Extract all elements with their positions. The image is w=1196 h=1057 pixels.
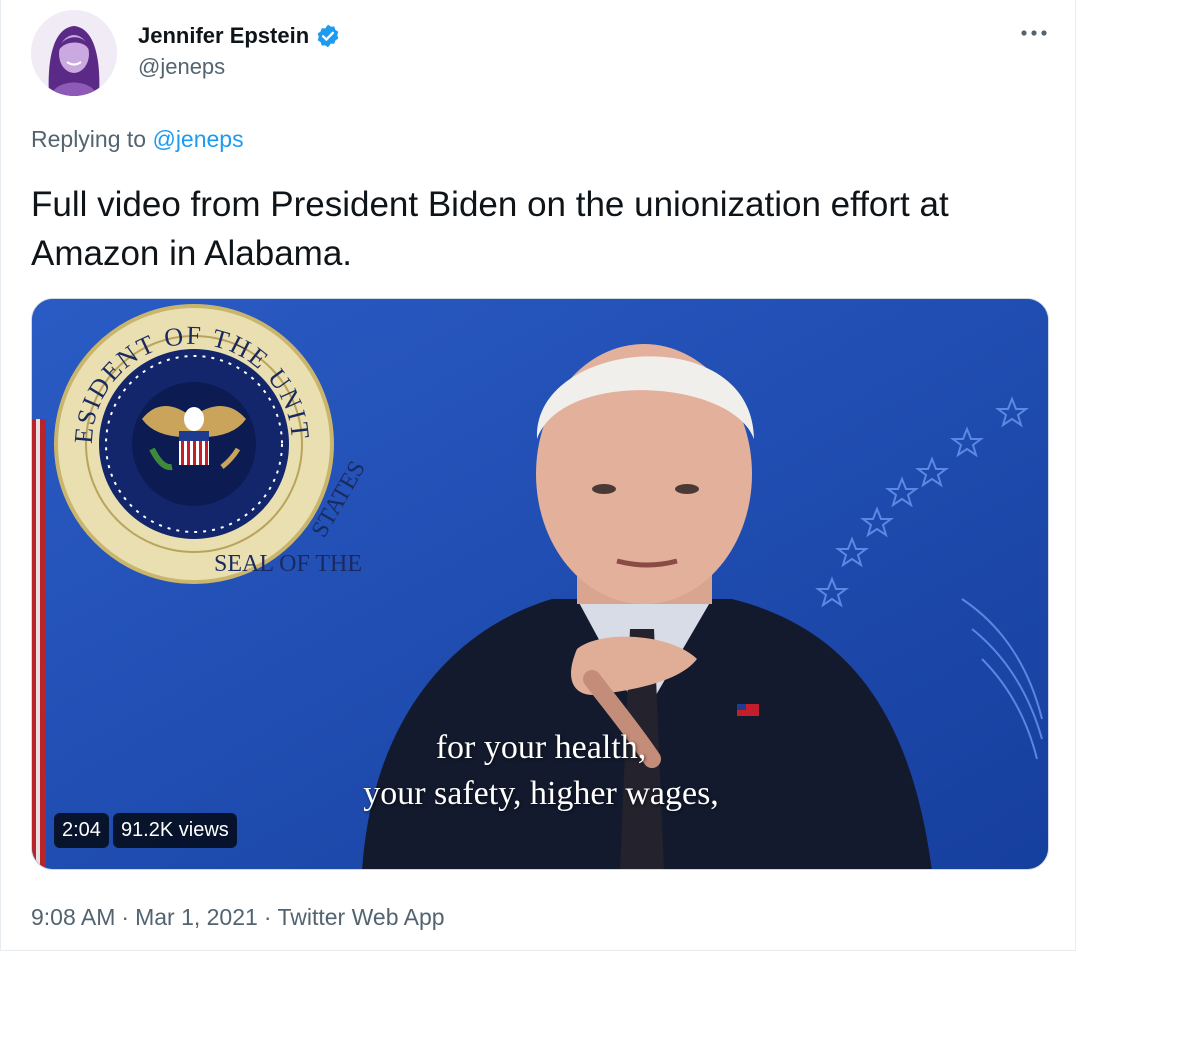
display-name[interactable]: Jennifer Epstein: [138, 23, 309, 49]
tweet-text: Full video from President Biden on the u…: [31, 185, 949, 273]
tweet-source-link[interactable]: Twitter Web App: [277, 904, 444, 930]
separator: ·: [263, 904, 272, 930]
author-handle[interactable]: @jeneps: [138, 54, 225, 80]
avatar[interactable]: [31, 10, 117, 96]
video-caption-line-2: your safety, higher wages,: [363, 775, 719, 812]
video-badges: 2:04 91.2K views: [54, 813, 237, 848]
video-caption-line-1: for your health,: [435, 729, 647, 766]
author-name-row[interactable]: Jennifer Epstein: [138, 20, 341, 52]
video-player[interactable]: PRESIDENT OF THE UNITED SEAL OF THE STAT…: [31, 298, 1049, 870]
tweet-metadata: 9:08 AM · Mar 1, 2021 · Twitter Web App: [31, 904, 445, 931]
reply-handle-link[interactable]: @jeneps: [152, 126, 243, 152]
replying-to: Replying to @jeneps: [31, 126, 244, 153]
tweet-date[interactable]: Mar 1, 2021: [135, 904, 258, 930]
tweet-card: Jennifer Epstein @jeneps Replying to @je…: [0, 0, 1076, 951]
video-views-badge: 91.2K views: [112, 813, 237, 848]
tweet-time[interactable]: 9:08 AM: [31, 904, 115, 930]
separator: ·: [121, 904, 130, 930]
verified-badge-icon: [315, 23, 341, 49]
replying-to-label: Replying to: [31, 126, 147, 152]
video-duration-badge: 2:04: [54, 813, 109, 848]
seal-bottom-text: SEAL OF THE: [214, 551, 362, 577]
more-options-icon[interactable]: [1015, 18, 1053, 48]
avatar-image: [31, 10, 117, 96]
